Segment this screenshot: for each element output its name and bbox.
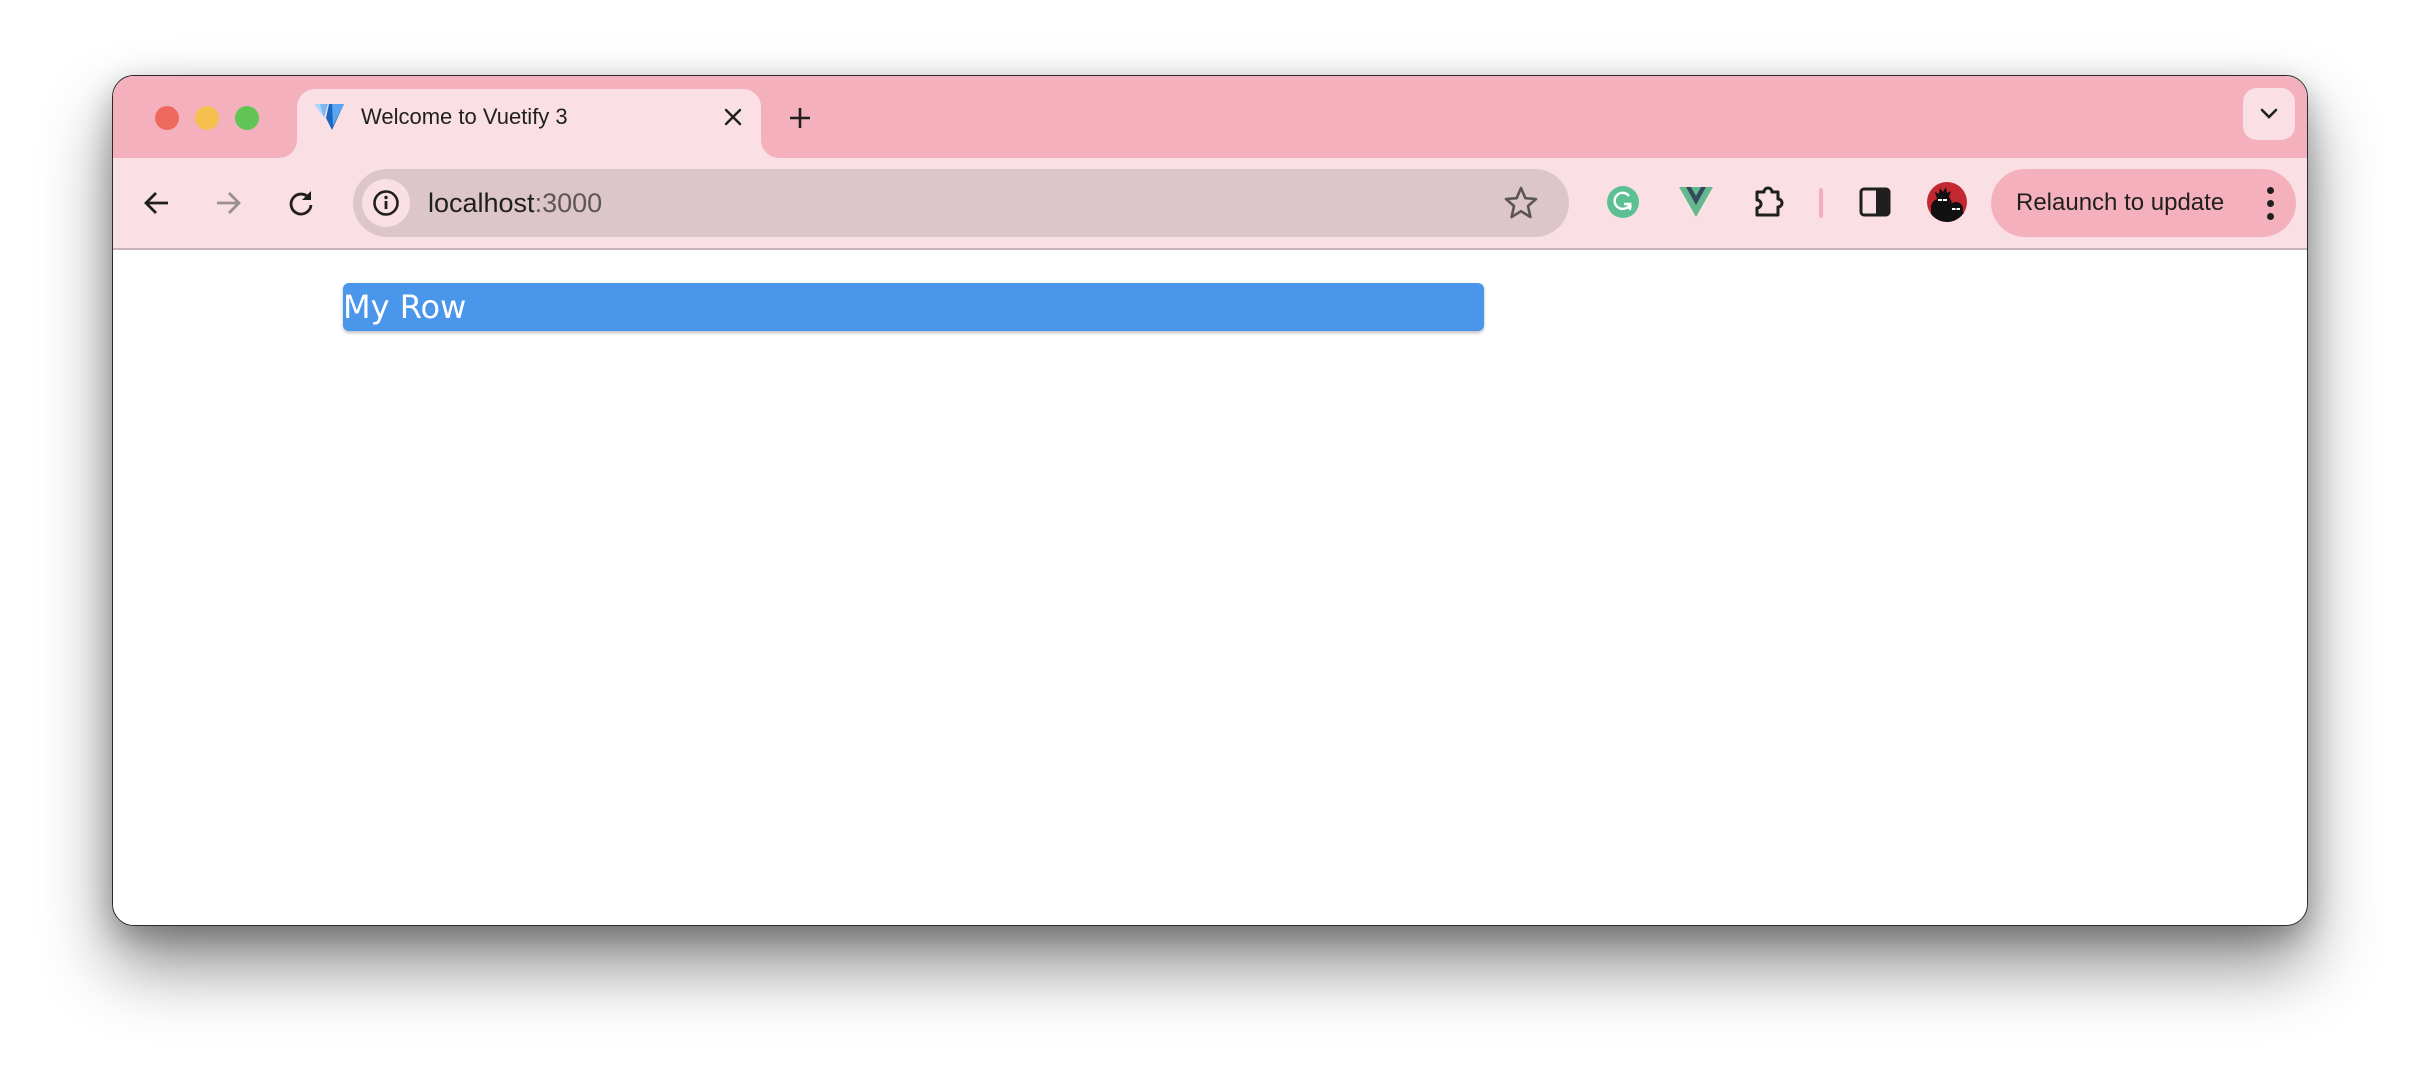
reload-button[interactable] <box>283 185 319 221</box>
puzzle-icon <box>1755 186 1784 217</box>
vuetify-logo-icon <box>314 104 344 130</box>
arrow-right-icon <box>217 192 241 214</box>
browser-window: Welcome to Vuetify 3 localhost:3000 Rela… <box>112 75 2308 926</box>
star-icon[interactable] <box>1503 185 1539 221</box>
page-content: My Row <box>113 250 2307 925</box>
url-text[interactable]: localhost:3000 <box>428 187 602 219</box>
url-port: :3000 <box>534 188 603 218</box>
plus-icon <box>790 108 810 128</box>
chevron-down-icon <box>2260 108 2278 119</box>
site-info-button[interactable] <box>362 179 410 227</box>
url-host: localhost <box>428 188 535 218</box>
reload-icon <box>289 191 313 216</box>
extensions-button[interactable] <box>1749 182 1789 222</box>
tab-close-button[interactable] <box>717 101 749 133</box>
extension-grammarly[interactable] <box>1603 182 1643 222</box>
tab-strip: Welcome to Vuetify 3 <box>113 76 2307 158</box>
toolbar: localhost:3000 Relaunch to update <box>113 158 2307 250</box>
window-minimize-button[interactable] <box>195 106 219 130</box>
close-icon <box>724 108 742 126</box>
relaunch-button[interactable]: Relaunch to update <box>1991 169 2296 237</box>
side-panel-icon <box>1859 187 1891 217</box>
tab-search-button[interactable] <box>2243 88 2295 140</box>
window-maximize-button[interactable] <box>235 106 259 130</box>
arrow-left-icon <box>144 192 168 214</box>
tab-title: Welcome to Vuetify 3 <box>361 104 568 129</box>
profile-picture-icon <box>1931 187 1965 222</box>
info-icon <box>373 190 399 216</box>
vue-icon <box>1679 187 1713 217</box>
relaunch-label: Relaunch to update <box>2016 189 2225 216</box>
toolbar-divider <box>1819 188 1823 218</box>
avatar[interactable] <box>1927 182 1967 222</box>
forward-button[interactable] <box>210 185 246 221</box>
tab-active[interactable]: Welcome to Vuetify 3 <box>297 89 761 158</box>
my-row: My Row <box>343 283 1484 331</box>
grammarly-icon <box>1607 186 1639 218</box>
more-vert-icon[interactable] <box>2258 183 2282 223</box>
address-bar[interactable]: localhost:3000 <box>353 169 1569 237</box>
window-close-button[interactable] <box>155 106 179 130</box>
new-tab-button[interactable] <box>783 101 817 135</box>
side-panel-button[interactable] <box>1855 182 1895 222</box>
back-button[interactable] <box>139 185 175 221</box>
extension-vue-devtools[interactable] <box>1676 182 1716 222</box>
